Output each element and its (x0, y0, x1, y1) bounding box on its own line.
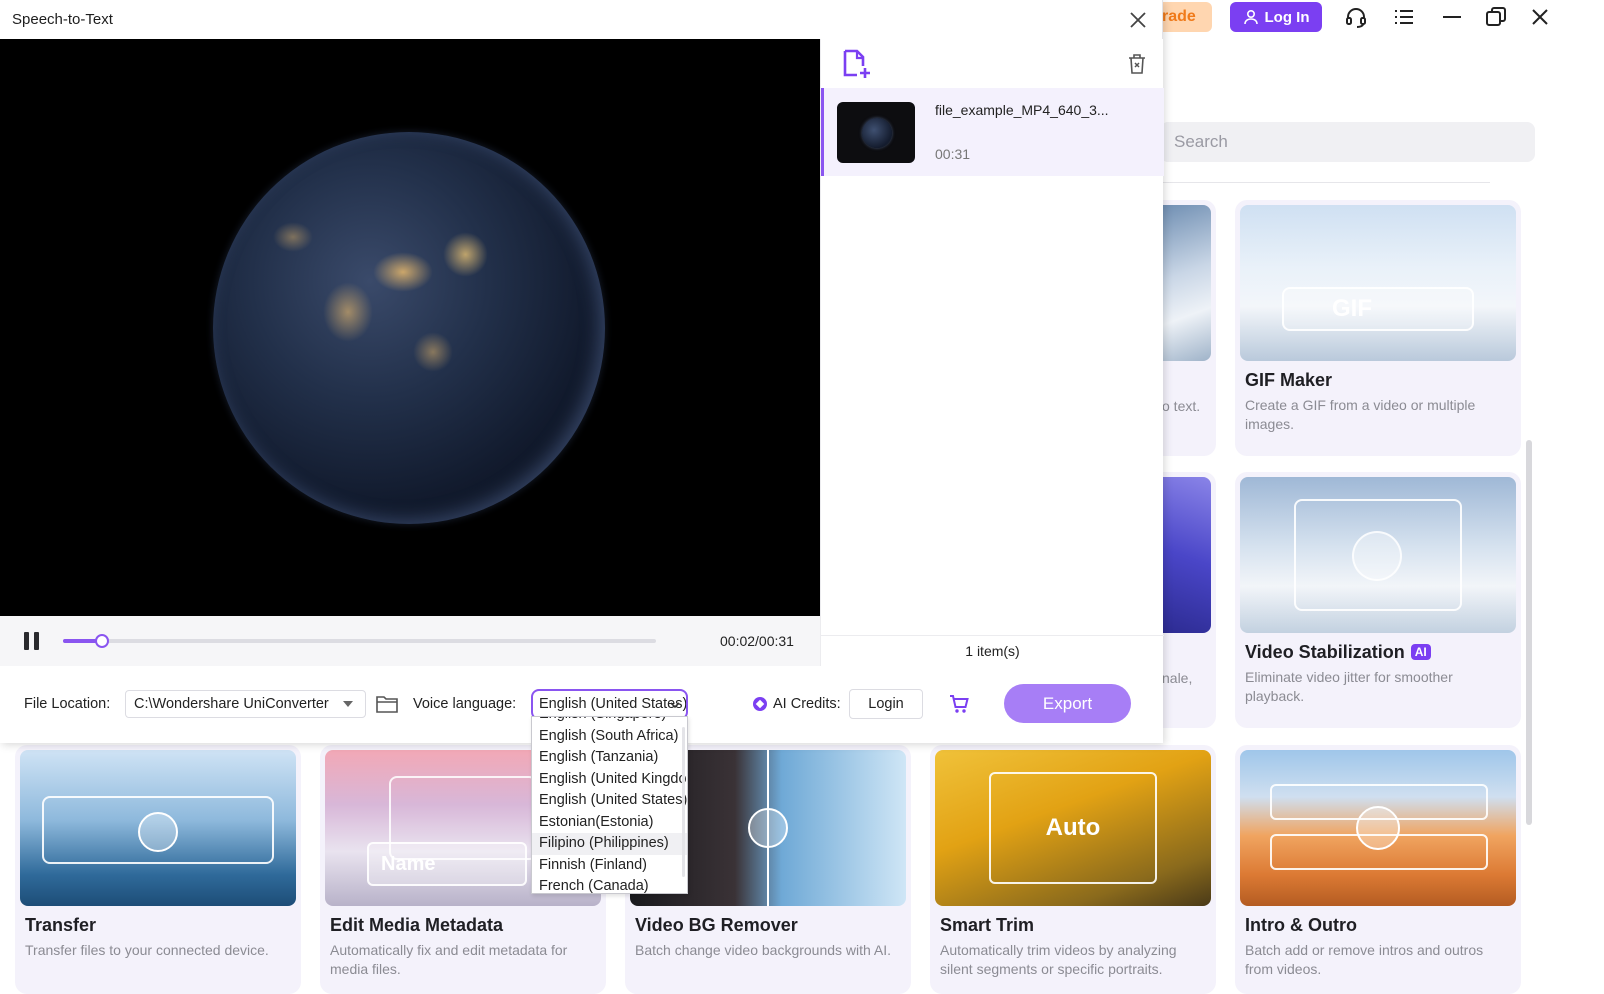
language-option[interactable]: Estonian(Estonia) (532, 812, 687, 834)
login-button-label: Log In (1264, 8, 1310, 26)
tool-description: o text. (1162, 398, 1201, 414)
tool-thumbnail (20, 750, 296, 906)
file-location-value: C:\Wondershare UniConverter (134, 696, 329, 712)
voice-language-label: Voice language: (413, 696, 517, 712)
ai-credits: AI Credits: (753, 696, 841, 712)
pause-button[interactable] (24, 632, 42, 650)
tool-thumbnail (1240, 750, 1516, 906)
close-app-icon[interactable] (1527, 4, 1553, 30)
tool-description: Automatically fix and edit metadata for … (330, 942, 568, 977)
language-option[interactable]: French (Canada) (532, 876, 687, 893)
time-readout: 00:02/00:31 (720, 633, 794, 649)
folder-icon[interactable] (376, 694, 398, 714)
items-count: 1 item(s) (821, 635, 1164, 666)
video-preview[interactable] (0, 39, 820, 616)
earth-video-frame (213, 132, 605, 524)
tool-description: Batch add or remove intros and outros fr… (1245, 942, 1484, 977)
tool-description: nale, (1162, 670, 1193, 686)
tool-title: Edit Media Metadata (330, 915, 504, 935)
player-controls: 00:02/00:31 (0, 616, 820, 666)
file-thumbnail (837, 102, 915, 163)
tool-card-gif-maker[interactable]: GIF GIF Maker Create a GIF from a video … (1235, 200, 1521, 456)
file-list-panel: file_example_MP4_640_3... 00:31 1 item(s… (820, 39, 1164, 666)
menu-list-icon[interactable] (1391, 4, 1417, 30)
cart-icon[interactable] (948, 693, 970, 715)
camera-icon (1352, 531, 1402, 581)
restore-window-icon[interactable] (1483, 4, 1509, 30)
tool-title: Video Stabilization AI (1245, 642, 1431, 663)
file-location-select[interactable]: C:\Wondershare UniConverter (125, 690, 366, 718)
add-file-icon[interactable] (841, 48, 873, 80)
tool-description: Batch change video backgrounds with AI. (635, 942, 892, 958)
dropdown-scrollbar[interactable] (682, 727, 685, 877)
auto-label: Auto (989, 772, 1157, 884)
credits-login-button[interactable]: Login (849, 689, 923, 719)
language-option[interactable]: English (South Africa) (532, 726, 687, 748)
tool-description: Create a GIF from a video or multiple im… (1245, 397, 1476, 432)
close-icon[interactable] (1125, 8, 1151, 32)
transfer-icon (138, 812, 178, 852)
progress-slider[interactable] (63, 634, 656, 648)
trash-icon[interactable] (1127, 53, 1147, 75)
tool-description: Transfer files to your connected device. (25, 942, 269, 958)
language-option[interactable]: English (United Kingdom) (532, 769, 687, 791)
caret-down-icon (343, 701, 353, 707)
tool-description: Automatically trim videos by analyzing s… (940, 942, 1177, 977)
export-button[interactable]: Export (1004, 684, 1131, 723)
file-list-item[interactable]: file_example_MP4_640_3... 00:31 (821, 88, 1164, 176)
tool-thumbnail (1240, 477, 1516, 633)
progress-knob[interactable] (95, 634, 110, 648)
divider (1160, 182, 1490, 183)
tool-card-video-stabilization[interactable]: Video Stabilization AI Eliminate video ji… (1235, 472, 1521, 728)
ai-credits-label: AI Credits: (773, 696, 841, 712)
language-option[interactable]: English (Tanzania) (532, 747, 687, 769)
tool-card-transfer[interactable]: Transfer Transfer files to your connecte… (15, 745, 301, 994)
tool-description: Eliminate video jitter for smoother play… (1245, 669, 1453, 704)
name-field-graphic: Name (367, 842, 527, 886)
file-name: file_example_MP4_640_3... (935, 102, 1109, 118)
voice-language-value: English (United States) (539, 696, 688, 712)
ai-credits-icon (753, 697, 767, 711)
language-option[interactable]: Finnish (Finland) (532, 855, 687, 877)
voice-language-dropdown[interactable]: English (Singapore)English (South Africa… (531, 716, 688, 894)
tool-title: GIF Maker (1245, 370, 1333, 390)
search-input[interactable]: Search (1160, 122, 1535, 162)
tool-title: Video BG Remover (635, 915, 798, 935)
chevron-down-icon (670, 702, 680, 709)
tool-title: Transfer (25, 915, 97, 935)
tool-card-intro-outro[interactable]: Intro & Outro Batch add or remove intros… (1235, 745, 1521, 994)
login-button[interactable]: Log In (1230, 2, 1322, 32)
language-option-list: English (Singapore)English (South Africa… (532, 717, 687, 893)
minimize-icon[interactable] (1439, 4, 1465, 30)
language-option[interactable]: Filipino (Philippines) (532, 833, 687, 855)
scrollbar[interactable] (1526, 440, 1532, 825)
tool-title: Intro & Outro (1245, 915, 1357, 935)
tool-thumbnail: GIF (1240, 205, 1516, 361)
language-option[interactable]: English (United States) (532, 790, 687, 812)
dialog-title: Speech-to-Text (12, 11, 113, 28)
speech-to-text-dialog: Speech-to-Text 00:02/00:31 file_example_… (0, 0, 1164, 743)
gif-label: GIF (1282, 287, 1474, 331)
file-location-label: File Location: (24, 696, 111, 712)
ai-badge: AI (1410, 644, 1431, 660)
file-duration: 00:31 (935, 146, 971, 162)
tool-thumbnail: Auto (935, 750, 1211, 906)
swap-icon (748, 808, 788, 848)
scissors-icon (1356, 806, 1400, 850)
language-option[interactable]: English (Singapore) (532, 717, 687, 726)
tool-title: Smart Trim (940, 915, 1035, 935)
user-icon (1243, 9, 1258, 25)
headset-support-icon[interactable] (1343, 4, 1369, 30)
tool-card-smart-trim[interactable]: Auto Smart Trim Automatically trim video… (930, 745, 1216, 994)
